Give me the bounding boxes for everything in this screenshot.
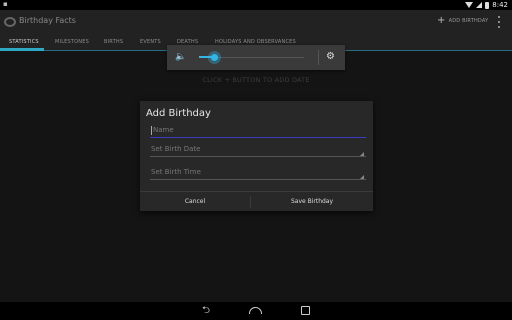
- cancel-button[interactable]: Cancel: [140, 192, 250, 211]
- tab-statistics[interactable]: STATISTICS: [9, 39, 39, 45]
- plus-icon: +: [437, 15, 446, 26]
- birth-date-label: Set Birth Date: [151, 145, 201, 153]
- empty-hint: CLICK + BUTTON TO ADD DATE: [202, 76, 310, 84]
- add-birthday-button[interactable]: + ADD BIRTHDAY: [437, 16, 488, 26]
- home-icon[interactable]: [249, 307, 262, 314]
- add-birthday-dialog: Add Birthday Name Set Birth Date Set Bir…: [140, 101, 373, 211]
- birth-date-underline: [150, 156, 366, 157]
- dialog-footer: Cancel Save Birthday: [140, 191, 373, 211]
- navigation-bar: ⮌: [0, 302, 512, 320]
- overflow-icon[interactable]: [496, 15, 502, 29]
- back-icon[interactable]: ⮌: [199, 305, 213, 317]
- app-title: Birthday Facts: [19, 16, 76, 25]
- volume-panel: 🔈 ⚙: [167, 45, 345, 70]
- add-birthday-label: ADD BIRTHDAY: [448, 18, 489, 24]
- birth-time-spinner[interactable]: Set Birth Time: [150, 167, 366, 180]
- volume-slider-thumb[interactable]: [208, 51, 222, 64]
- battery-icon: [485, 1, 490, 9]
- dialog-title: Add Birthday: [146, 108, 211, 119]
- action-bar: Birthday Facts + ADD BIRTHDAY: [0, 10, 512, 35]
- wifi-icon: [465, 2, 474, 8]
- volume-divider: [318, 50, 319, 65]
- birth-time-underline: [150, 179, 366, 180]
- status-bar: ▪ 8:42: [0, 0, 512, 10]
- status-time: 8:42: [492, 1, 508, 9]
- status-icons: 8:42: [465, 0, 508, 10]
- signal-icon: [476, 2, 483, 8]
- name-field-underline: [150, 137, 366, 138]
- tab-milestones[interactable]: MILESTONES: [55, 39, 89, 45]
- birth-time-dropdown-icon: [360, 175, 364, 179]
- notification-icon: ▪: [3, 0, 8, 8]
- save-birthday-button[interactable]: Save Birthday: [251, 192, 373, 211]
- birth-date-spinner[interactable]: Set Birth Date: [150, 144, 366, 157]
- tab-births[interactable]: BIRTHS: [104, 39, 123, 45]
- name-field[interactable]: Name: [150, 125, 366, 138]
- settings-icon[interactable]: ⚙: [326, 52, 335, 62]
- tab-events[interactable]: EVENTS: [140, 39, 161, 45]
- recents-icon[interactable]: [301, 306, 310, 315]
- text-caret: [151, 126, 152, 135]
- app-icon[interactable]: [4, 17, 16, 27]
- speaker-icon[interactable]: 🔈: [175, 53, 186, 62]
- birth-date-dropdown-icon: [360, 152, 364, 156]
- name-placeholder: Name: [153, 126, 174, 134]
- birth-time-label: Set Birth Time: [151, 168, 201, 176]
